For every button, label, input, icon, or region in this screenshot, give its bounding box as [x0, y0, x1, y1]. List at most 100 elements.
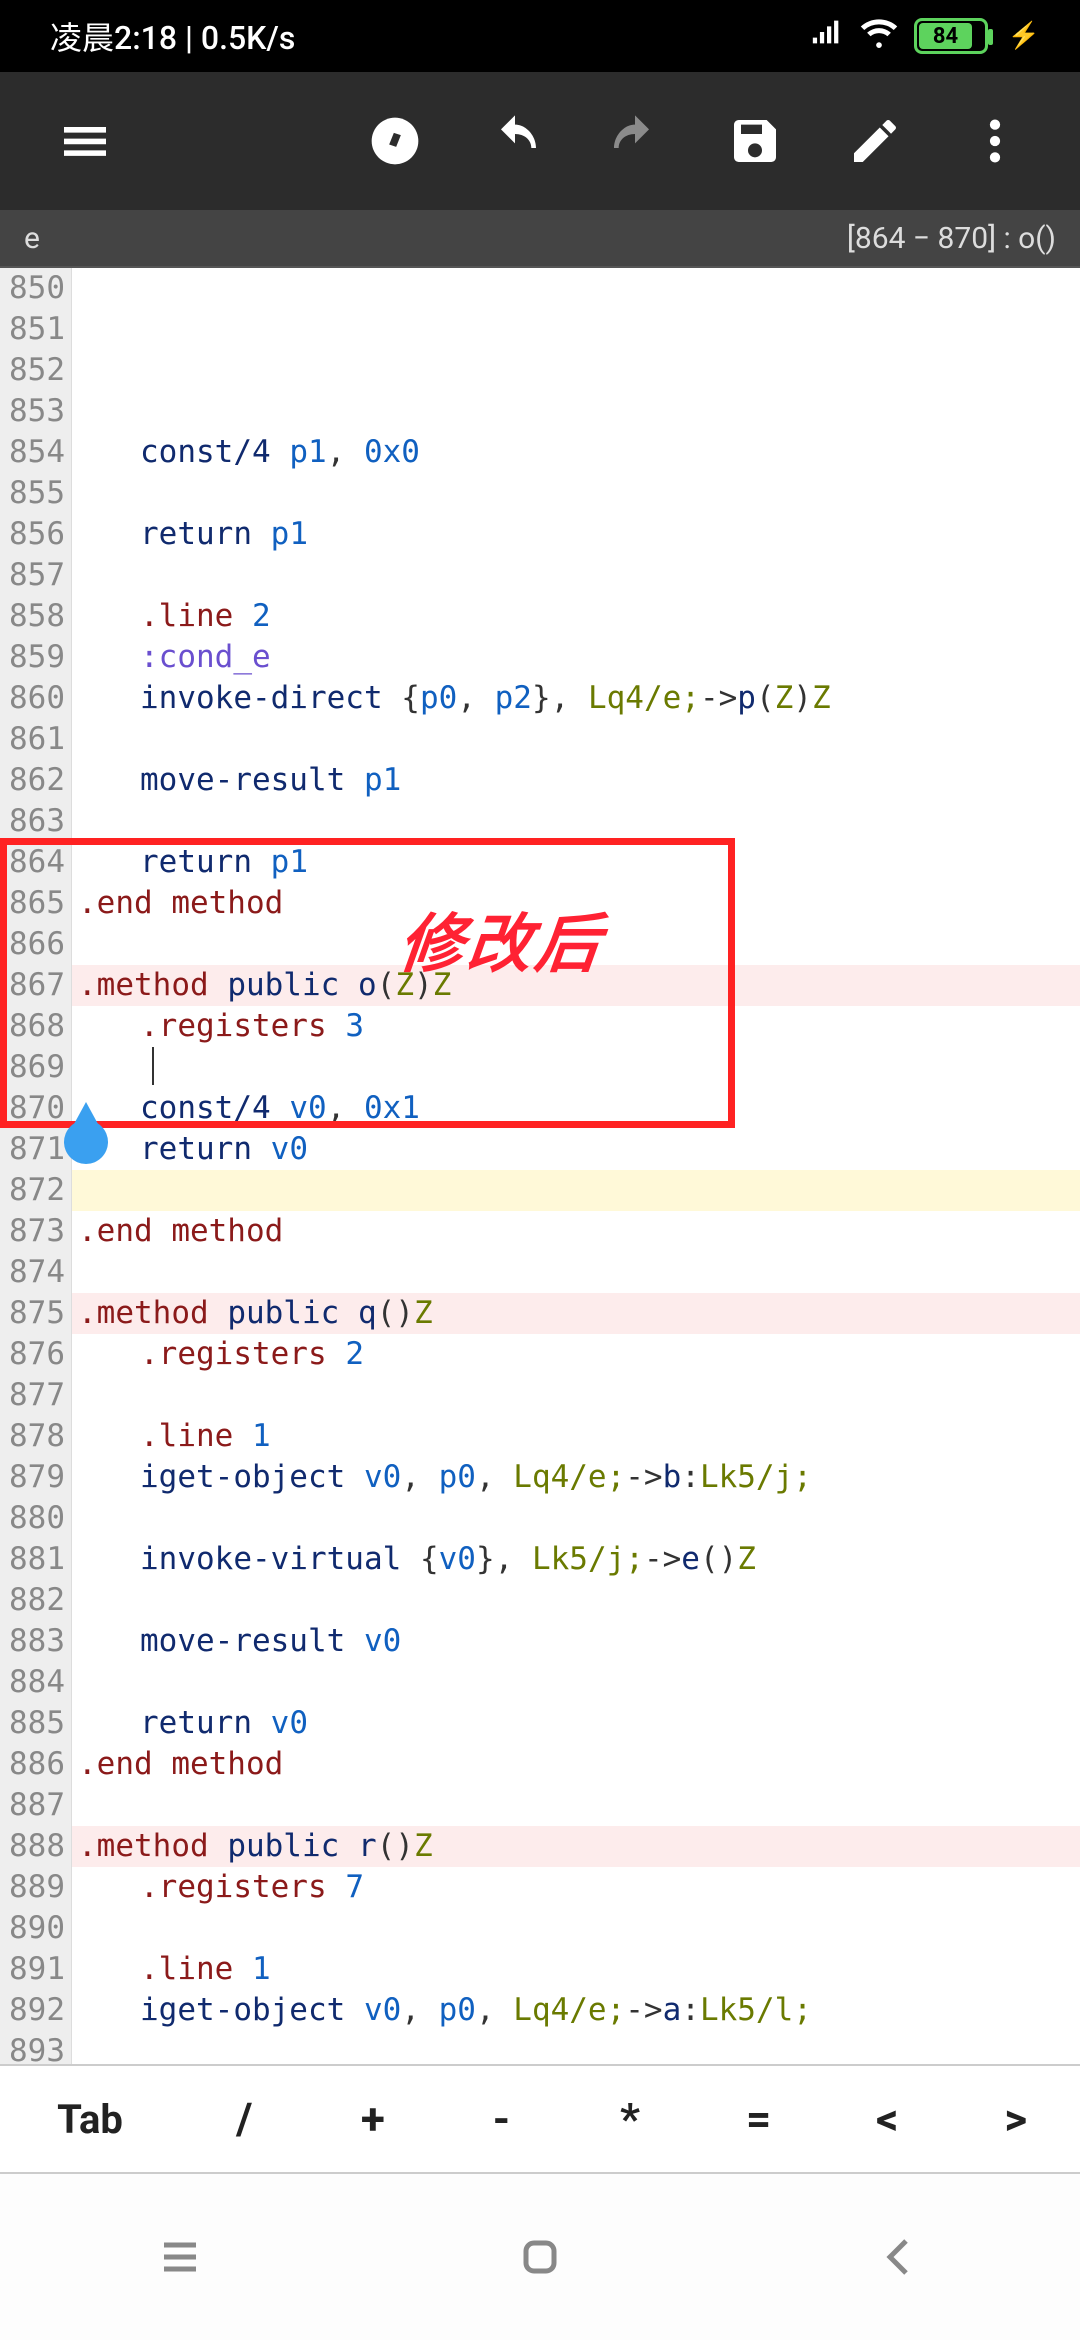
code-line[interactable] [72, 1580, 1080, 1621]
line-number: 887 [0, 1785, 71, 1826]
code-line[interactable] [72, 1785, 1080, 1826]
code-line[interactable]: :cond_e [72, 637, 1080, 678]
key-minus[interactable]: - [437, 2066, 566, 2172]
line-number: 880 [0, 1498, 71, 1539]
line-number: 852 [0, 350, 71, 391]
line-number: 888 [0, 1826, 71, 1867]
code-line[interactable]: iget-object v0, p0, Lq4/e;->a:Lk5/l; [72, 1990, 1080, 2031]
line-number: 869 [0, 1047, 71, 1088]
line-number: 873 [0, 1211, 71, 1252]
code-line[interactable]: const/4 p1, 0x0 [72, 432, 1080, 473]
key-tab[interactable]: Tab [0, 2066, 180, 2172]
code-line[interactable]: .line 1 [72, 1416, 1080, 1457]
code-line[interactable]: .registers 2 [72, 1334, 1080, 1375]
code-editor[interactable]: 8508518528538548558568578588598608618628… [0, 268, 1080, 2114]
code-line[interactable] [72, 1662, 1080, 1703]
code-line[interactable]: .registers 3 [72, 1006, 1080, 1047]
key-plus[interactable]: + [309, 2066, 438, 2172]
line-number: 881 [0, 1539, 71, 1580]
line-number: 858 [0, 596, 71, 637]
line-number: 876 [0, 1334, 71, 1375]
line-number: 863 [0, 801, 71, 842]
line-number: 879 [0, 1457, 71, 1498]
line-number: 855 [0, 473, 71, 514]
more-button[interactable] [940, 86, 1050, 196]
line-number: 885 [0, 1703, 71, 1744]
code-line[interactable]: invoke-direct {p0, p2}, Lq4/e;->p(Z)Z [72, 678, 1080, 719]
code-line[interactable] [72, 1375, 1080, 1416]
key-gt[interactable]: > [951, 2066, 1080, 2172]
code-line[interactable]: return p1 [72, 514, 1080, 555]
home-button[interactable] [510, 2227, 570, 2287]
code-line[interactable]: invoke-virtual {v0}, Lk5/j;->e()Z [72, 1539, 1080, 1580]
redo-button[interactable] [580, 86, 690, 196]
code-line[interactable]: .method public q()Z [72, 1293, 1080, 1334]
line-number: 872 [0, 1170, 71, 1211]
tab-strip: e [864 − 870] : o() [0, 210, 1080, 268]
code-line[interactable]: return p1 [72, 842, 1080, 883]
code-line[interactable]: return v0 [72, 1129, 1080, 1170]
line-number: 851 [0, 309, 71, 350]
code-line[interactable]: .line 2 [72, 596, 1080, 637]
save-button[interactable] [700, 86, 810, 196]
code-line[interactable]: move-result p1 [72, 760, 1080, 801]
cursor-handle[interactable] [64, 1120, 108, 1164]
line-number: 868 [0, 1006, 71, 1047]
system-nav-bar [0, 2174, 1080, 2340]
code-area[interactable]: const/4 p1, 0x0return p1.line 2:cond_ein… [72, 268, 1080, 2114]
key-slash[interactable]: / [180, 2066, 309, 2172]
code-line[interactable] [72, 1908, 1080, 1949]
line-number: 877 [0, 1375, 71, 1416]
status-right: 84 ⚡ [810, 13, 1040, 59]
symbol-key-row: Tab / + - * = < > [0, 2064, 1080, 2174]
code-line[interactable] [72, 473, 1080, 514]
code-line[interactable] [72, 1252, 1080, 1293]
app-toolbar [0, 72, 1080, 210]
code-line[interactable]: .registers 7 [72, 1867, 1080, 1908]
code-line[interactable] [72, 555, 1080, 596]
code-line[interactable]: .end method [72, 883, 1080, 924]
key-lt[interactable]: < [823, 2066, 952, 2172]
line-number: 857 [0, 555, 71, 596]
line-number: 853 [0, 391, 71, 432]
code-line[interactable] [72, 1498, 1080, 1539]
code-line[interactable] [72, 391, 1080, 432]
code-line[interactable] [72, 801, 1080, 842]
line-number: 867 [0, 965, 71, 1006]
signal-icon [810, 15, 844, 57]
code-line[interactable]: const/4 v0, 0x1 [72, 1088, 1080, 1129]
key-equals[interactable]: = [694, 2066, 823, 2172]
compass-icon[interactable] [340, 86, 450, 196]
key-star[interactable]: * [566, 2066, 695, 2172]
line-number: 865 [0, 883, 71, 924]
line-number: 874 [0, 1252, 71, 1293]
line-number: 886 [0, 1744, 71, 1785]
menu-button[interactable] [30, 86, 140, 196]
line-number: 883 [0, 1621, 71, 1662]
code-line[interactable]: iget-object v0, p0, Lq4/e;->b:Lk5/j; [72, 1457, 1080, 1498]
cursor-position-label: [864 − 870] : o() [847, 221, 1056, 256]
tab-label[interactable]: e [24, 221, 40, 256]
code-line[interactable]: .end method [72, 1744, 1080, 1785]
code-line[interactable] [72, 924, 1080, 965]
code-line[interactable]: .line 1 [72, 1949, 1080, 1990]
line-number: 870 [0, 1088, 71, 1129]
line-number: 891 [0, 1949, 71, 1990]
recents-button[interactable] [150, 2227, 210, 2287]
code-line[interactable] [72, 719, 1080, 760]
status-speed: 0.5K/s [201, 19, 295, 57]
code-line[interactable]: .method public o(Z)Z [72, 965, 1080, 1006]
code-line[interactable]: return v0 [72, 1703, 1080, 1744]
line-number: 890 [0, 1908, 71, 1949]
back-button[interactable] [870, 2227, 930, 2287]
line-number: 854 [0, 432, 71, 473]
code-line[interactable]: move-result v0 [72, 1621, 1080, 1662]
code-line[interactable] [72, 1047, 1080, 1088]
code-line[interactable]: .end method [72, 1211, 1080, 1252]
code-line[interactable]: .method public r()Z [72, 1826, 1080, 1867]
edit-button[interactable] [820, 86, 930, 196]
code-line[interactable] [72, 1170, 1080, 1211]
undo-button[interactable] [460, 86, 570, 196]
line-number: 859 [0, 637, 71, 678]
status-left: 凌晨2:18 | 0.5K/s [50, 13, 295, 59]
